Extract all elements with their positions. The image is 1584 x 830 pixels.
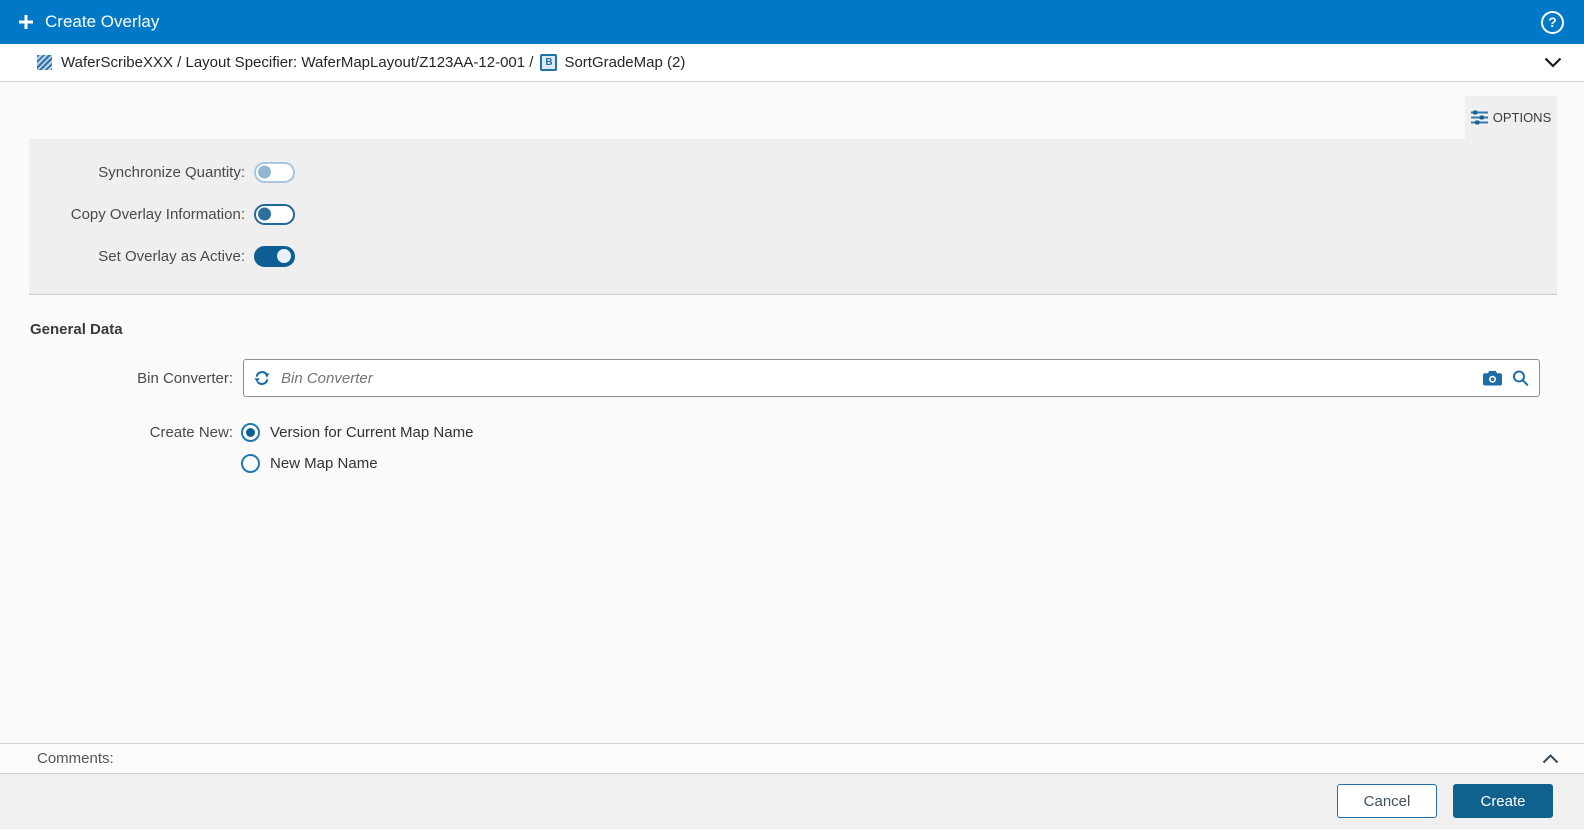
- footer-action-bar: Cancel Create: [0, 774, 1584, 829]
- toggle-knob: [277, 249, 291, 263]
- toggle-row-set-overlay-as-active: Set Overlay as Active:: [29, 245, 295, 267]
- general-data-section-title: General Data: [30, 321, 123, 338]
- main-content: OPTIONS Synchronize Quantity: Copy Overl…: [0, 82, 1584, 743]
- map-type-letter: B: [545, 57, 553, 68]
- synchronize-quantity-toggle[interactable]: [254, 161, 295, 183]
- comments-section-header: Comments:: [0, 743, 1584, 774]
- wafer-layout-icon: [37, 55, 52, 70]
- toggle-label: Set Overlay as Active:: [98, 247, 245, 265]
- chevron-down-icon[interactable]: [1544, 57, 1562, 68]
- page-title: Create Overlay: [45, 12, 160, 31]
- camera-icon[interactable]: [1483, 370, 1502, 386]
- toggle-knob: [258, 207, 271, 221]
- breadcrumb-segment-1: WaferScribeXXX / Layout Specifier: Wafer…: [61, 54, 534, 71]
- toggle-row-synchronize-quantity: Synchronize Quantity:: [29, 161, 295, 183]
- options-button[interactable]: OPTIONS: [1465, 96, 1557, 139]
- radio-dot: [246, 428, 255, 437]
- app-header: Create Overlay ?: [0, 0, 1584, 44]
- radio-circle: [241, 423, 260, 442]
- help-button[interactable]: ?: [1541, 10, 1564, 34]
- radio-circle: [241, 454, 260, 473]
- plus-icon: [18, 14, 34, 30]
- sliders-icon: [1470, 110, 1488, 125]
- radio-new-map-name[interactable]: New Map Name: [241, 454, 378, 473]
- breadcrumb-segment-2: SortGradeMap (2): [564, 54, 686, 71]
- set-overlay-as-active-toggle[interactable]: [254, 245, 295, 267]
- refresh-icon[interactable]: [254, 370, 270, 387]
- breadcrumb: WaferScribeXXX / Layout Specifier: Wafer…: [0, 44, 1584, 82]
- toggle-label: Copy Overlay Information:: [70, 205, 245, 223]
- bin-converter-field: [243, 359, 1540, 397]
- radio-label: New Map Name: [270, 455, 378, 472]
- search-icon[interactable]: [1512, 370, 1529, 387]
- chevron-up-icon[interactable]: [1542, 753, 1559, 764]
- cancel-button[interactable]: Cancel: [1337, 784, 1437, 818]
- create-new-label: Create New:: [149, 424, 233, 441]
- help-icon: ?: [1548, 14, 1557, 30]
- options-button-label: OPTIONS: [1492, 110, 1552, 125]
- bin-converter-label: Bin Converter:: [137, 370, 233, 387]
- toggle-row-copy-overlay-information: Copy Overlay Information:: [29, 203, 295, 225]
- toggle-knob: [258, 165, 271, 179]
- radio-version-for-current-map-name[interactable]: Version for Current Map Name: [241, 423, 473, 442]
- create-button[interactable]: Create: [1453, 784, 1553, 818]
- toggle-label: Synchronize Quantity:: [98, 163, 245, 181]
- options-panel: Synchronize Quantity: Copy Overlay Infor…: [29, 139, 1557, 295]
- map-type-icon: B: [540, 54, 558, 71]
- comments-label: Comments:: [37, 750, 114, 767]
- bin-converter-input[interactable]: [244, 360, 1539, 396]
- copy-overlay-information-toggle[interactable]: [254, 203, 295, 225]
- radio-label: Version for Current Map Name: [270, 424, 474, 441]
